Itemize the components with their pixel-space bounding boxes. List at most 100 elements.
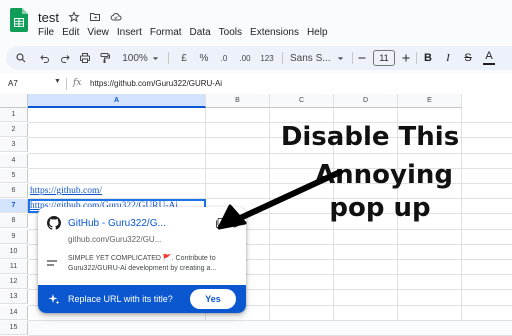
column-header-b[interactable]: B <box>206 94 270 108</box>
decrease-decimal-button[interactable]: .0 <box>216 46 232 70</box>
select-all-corner[interactable] <box>0 94 28 108</box>
font-family-select[interactable]: Sans S... <box>290 46 346 70</box>
font-size-value: 11 <box>373 50 395 66</box>
row-header-7[interactable]: 7 <box>0 199 28 214</box>
toolbar-divider <box>168 52 169 64</box>
text-color-label: A <box>485 50 493 62</box>
link-title[interactable]: GitHub - Guru322/G... <box>68 218 192 229</box>
column-header-a[interactable]: A <box>28 94 206 108</box>
menu-bar: File Edit View Insert Format Data Tools … <box>38 27 328 38</box>
replace-url-banner: Replace URL with its title? Yes <box>38 285 246 313</box>
print-button[interactable] <box>78 46 92 70</box>
row-header-5[interactable]: 5 <box>0 168 28 183</box>
column-header-e[interactable]: E <box>398 94 462 108</box>
menu-extensions[interactable]: Extensions <box>250 27 299 38</box>
redo-icon <box>61 55 70 63</box>
github-icon <box>47 216 61 230</box>
copy-link-icon[interactable] <box>214 217 226 229</box>
minus-icon <box>358 57 366 59</box>
currency-label: £ <box>181 52 187 64</box>
yes-button[interactable]: Yes <box>190 289 236 309</box>
italic-label: I <box>446 52 450 64</box>
bold-button[interactable]: B <box>422 46 434 70</box>
font-family-value: Sans S... <box>290 52 331 64</box>
annotation-line-2: Annoying <box>315 160 453 190</box>
chevron-down-icon[interactable]: ▼ <box>54 78 61 85</box>
row-header-2[interactable]: 2 <box>0 123 28 138</box>
row-header-4[interactable]: 4 <box>0 153 28 168</box>
row-header-13[interactable]: 13 <box>0 290 28 305</box>
annotation-line-3: pop up <box>329 193 431 223</box>
link-description: SIMPLE YET COMPLICATED 🚩. Contribute to … <box>68 255 217 272</box>
increase-decimal-label: .00 <box>239 53 251 63</box>
undo-icon <box>40 55 49 63</box>
row-header-6[interactable]: 6 <box>0 184 28 198</box>
title-bar: test File Edit View Insert Format Data T… <box>0 0 512 42</box>
edit-link-icon[interactable] <box>232 217 244 229</box>
row-header-1[interactable]: 1 <box>0 108 28 122</box>
document-title[interactable]: test <box>38 10 59 25</box>
menu-tools[interactable]: Tools <box>219 27 242 38</box>
strikethrough-button[interactable]: S <box>462 46 474 70</box>
increase-font-size-button[interactable] <box>400 46 412 70</box>
annotation-text: Disable This Annoying pop up <box>270 124 470 221</box>
move-folder-icon[interactable] <box>89 11 101 23</box>
link-preview-popup: GitHub - Guru322/G... github.com/Guru322… <box>38 207 246 313</box>
percent-format-button[interactable]: % <box>198 46 210 70</box>
paint-format-button[interactable] <box>98 46 112 70</box>
sparkle-icon <box>48 294 60 305</box>
row-header-12[interactable]: 12 <box>0 275 28 290</box>
menu-data[interactable]: Data <box>190 27 211 38</box>
column-header-c[interactable]: C <box>270 94 334 108</box>
menu-format[interactable]: Format <box>150 27 182 38</box>
more-formats-button[interactable]: 123 <box>258 46 276 70</box>
row-header-10[interactable]: 10 <box>0 244 28 259</box>
name-box[interactable]: A7 <box>8 79 18 88</box>
replace-url-prompt: Replace URL with its title? <box>68 294 173 304</box>
decrease-font-size-button[interactable] <box>356 46 368 70</box>
row-header-11[interactable]: 11 <box>0 260 28 274</box>
paint-format-icon <box>100 53 110 63</box>
row-header-3[interactable]: 3 <box>0 138 28 153</box>
chevron-down-icon <box>152 56 158 60</box>
cell-a6-link[interactable]: https://github.com/ <box>30 186 102 196</box>
zoom-value: 100% <box>122 52 148 64</box>
link-url: github.com/Guru322/GU... <box>68 235 162 244</box>
menu-insert[interactable]: Insert <box>117 27 142 38</box>
row-header-8[interactable]: 8 <box>0 214 28 229</box>
redo-button[interactable] <box>58 46 72 70</box>
bold-label: B <box>424 52 432 64</box>
menu-help[interactable]: Help <box>307 27 328 38</box>
row-header-9[interactable]: 9 <box>0 229 28 244</box>
undo-button[interactable] <box>38 46 52 70</box>
description-lines-icon <box>47 260 57 266</box>
more-formats-label: 123 <box>260 53 274 63</box>
menu-file[interactable]: File <box>38 27 54 38</box>
menu-view[interactable]: View <box>87 27 109 38</box>
text-color-swatch <box>483 63 495 65</box>
row-header-14[interactable]: 14 <box>0 305 28 320</box>
sheets-logo-icon[interactable] <box>10 8 28 32</box>
menu-edit[interactable]: Edit <box>62 27 79 38</box>
zoom-select[interactable]: 100% <box>120 46 162 70</box>
formula-divider <box>66 78 67 90</box>
font-size-input[interactable]: 11 <box>372 46 396 70</box>
annotation-line-1: Disable This <box>280 122 460 152</box>
text-color-button[interactable]: A <box>482 46 496 70</box>
row-header-15[interactable]: 15 <box>0 320 28 335</box>
toolbar-divider <box>416 52 417 64</box>
chevron-down-icon <box>337 56 343 60</box>
currency-format-button[interactable]: £ <box>178 46 190 70</box>
search-icon <box>16 53 26 63</box>
formula-bar: A7 ▼ fx https://github.com/Guru322/GURU-… <box>0 74 512 95</box>
cloud-status-icon[interactable] <box>110 11 122 23</box>
strikethrough-label: S <box>464 52 472 64</box>
search-menus-button[interactable] <box>14 46 28 70</box>
formula-input[interactable]: https://github.com/Guru322/GURU-Ai <box>90 79 222 88</box>
star-icon[interactable] <box>68 11 80 23</box>
increase-decimal-button[interactable]: .00 <box>236 46 254 70</box>
column-header-d[interactable]: D <box>334 94 398 108</box>
italic-button[interactable]: I <box>442 46 454 70</box>
fx-icon: fx <box>73 78 82 88</box>
toolbar-divider <box>282 52 283 64</box>
